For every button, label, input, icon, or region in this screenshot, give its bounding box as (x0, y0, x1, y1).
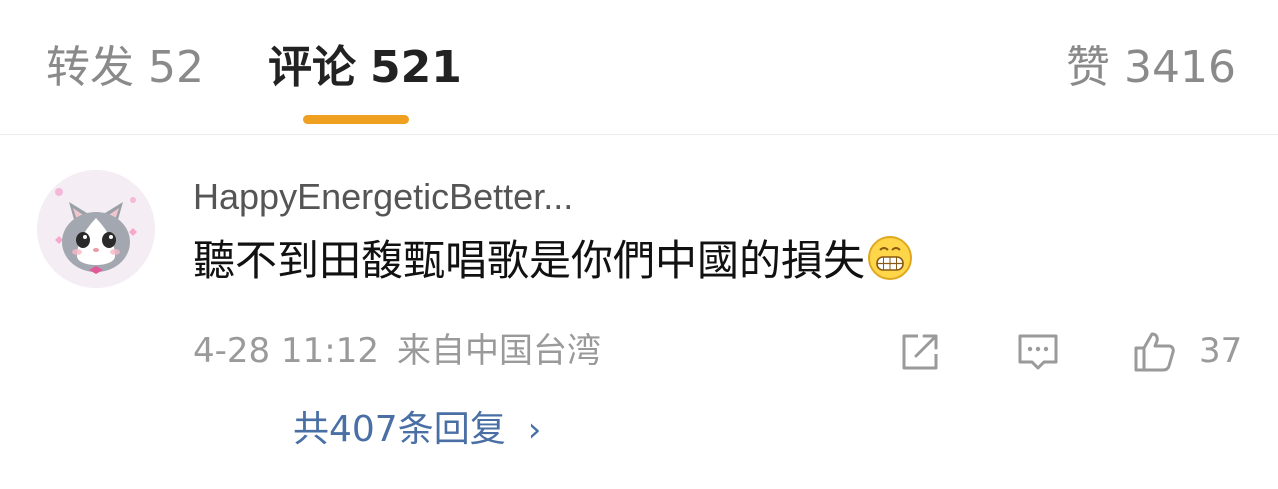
tab-likes[interactable]: 赞 3416 (1066, 40, 1236, 96)
comment-time: 4-28 11:12 (193, 331, 379, 371)
comment-meta: 4-28 11:12 来自中国台湾 (193, 329, 601, 373)
comment-icon[interactable] (1014, 328, 1062, 376)
view-replies-link[interactable]: 共407条回复 › (293, 407, 541, 453)
grin-emoji-icon (868, 236, 913, 280)
tab-repost[interactable]: 转发 52 (46, 40, 204, 96)
cat-avatar-image (37, 170, 155, 288)
avatar[interactable] (37, 170, 155, 288)
tab-comments-count: 521 (370, 42, 462, 93)
comment-username[interactable]: HappyEnergeticBetter... (193, 175, 573, 219)
thumbs-up-icon[interactable] (1130, 328, 1178, 376)
like-count: 37 (1199, 331, 1243, 371)
comment-text: 聽不到田馥甄唱歌是你們中國的損失 (193, 236, 866, 285)
tab-comments[interactable]: 评论 521 (268, 40, 462, 96)
chevron-right-icon: › (527, 410, 542, 450)
tab-likes-label: 赞 (1066, 42, 1111, 93)
active-tab-indicator (303, 115, 409, 124)
comment-location: 来自中国台湾 (396, 331, 601, 371)
share-icon[interactable] (896, 328, 944, 376)
tab-repost-label: 转发 (46, 42, 134, 93)
tab-likes-count: 3416 (1124, 42, 1236, 93)
replies-label: 共407条回复 (293, 409, 506, 450)
comment-text-line: 聽不到田馥甄唱歌是你們中國的損失 (193, 233, 913, 289)
tab-repost-count: 52 (148, 42, 204, 93)
tab-comments-label: 评论 (268, 42, 356, 93)
tab-bar: 转发 52 评论 521 赞 3416 (0, 0, 1278, 134)
comment-item: HappyEnergeticBetter... 聽不到田馥甄唱歌是你們中國的損失… (0, 135, 1278, 489)
